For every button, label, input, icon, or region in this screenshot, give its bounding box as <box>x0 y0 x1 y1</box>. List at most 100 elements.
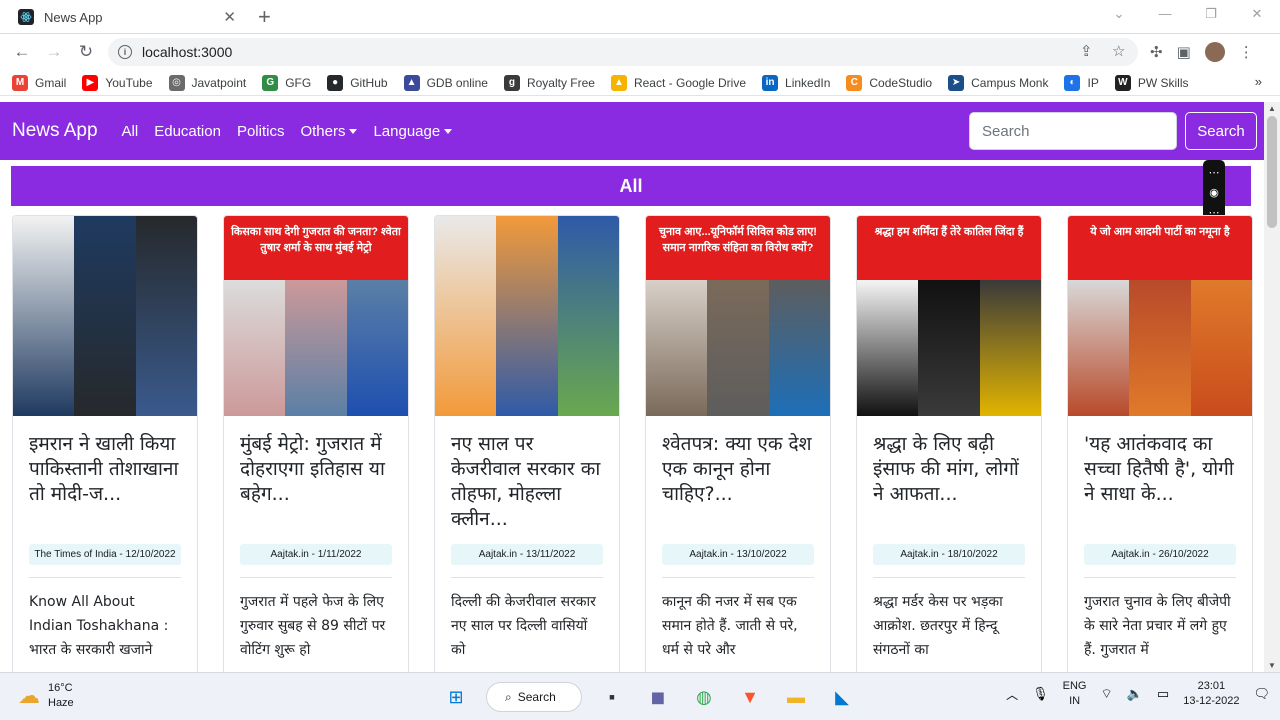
new-tab-icon[interactable]: + <box>258 4 271 30</box>
scroll-down-arrow-icon[interactable]: ▼ <box>1268 661 1276 670</box>
bookmarks-overflow-icon[interactable]: » <box>1255 74 1262 89</box>
battery-icon[interactable]: ▭ <box>1157 686 1169 702</box>
news-thumbnail-image[interactable] <box>435 216 619 416</box>
task-view-icon[interactable]: ▪ <box>596 681 628 713</box>
site-info-icon[interactable]: i <box>118 45 132 59</box>
search-input[interactable] <box>969 112 1177 150</box>
bookmark-label: React - Google Drive <box>633 75 747 90</box>
thumbnail-headline-strip: श्रद्धा हम शर्मिंदा हैं तेरे कातिल जिंदा… <box>857 216 1041 280</box>
tab-close-icon[interactable]: ✕ <box>223 8 236 26</box>
nav-link-education[interactable]: Education <box>154 123 221 140</box>
date-text: 13-12-2022 <box>1183 695 1240 707</box>
news-card-title[interactable]: श्रद्धा के लिए बढ़ी इंसाफ की मांग, लोगों… <box>873 432 1025 532</box>
show-hidden-icons-chevron-icon[interactable]: ︿ <box>1006 686 1018 703</box>
volume-icon[interactable]: 🔈 <box>1127 686 1143 702</box>
bookmark-react-google-drive[interactable]: ▲ React - Google Drive <box>610 74 747 91</box>
notifications-icon[interactable]: 🗨 <box>1253 686 1270 702</box>
card-divider <box>240 577 392 578</box>
browser-tab[interactable]: News App ✕ <box>8 2 246 32</box>
nav-dropdown-language[interactable]: Language <box>373 122 453 140</box>
reload-icon[interactable]: ↻ <box>70 42 102 62</box>
thumbnail-person <box>1190 280 1252 416</box>
taskbar-search[interactable]: ⌕ Search <box>486 682 582 712</box>
share-icon[interactable]: ⇪ <box>1080 42 1093 60</box>
news-card-title[interactable]: नए साल पर केजरीवाल सरकार का तोहफा, मोहल्… <box>451 432 603 532</box>
wifi-icon[interactable]: ⌔ <box>1100 686 1112 702</box>
bookmark-youtube[interactable]: ▶ YouTube <box>82 74 153 91</box>
weather-widget[interactable]: ☁ 16°C Haze <box>18 681 74 711</box>
extensions-icon[interactable]: ✣ <box>1150 43 1163 61</box>
news-card[interactable]: किसका साथ देगी गुजरात की जनता? श्वेता तु… <box>223 215 409 672</box>
linkedin-icon: in <box>762 74 779 91</box>
forward-icon[interactable]: → <box>38 42 70 62</box>
gdb-icon: ▲ <box>403 74 420 91</box>
news-card-title[interactable]: मुंबई मेट्रो: गुजरात में दोहराएगा इतिहास… <box>240 432 392 532</box>
youtube-icon: ▶ <box>82 74 99 91</box>
omnibox[interactable]: i localhost:3000 ⇪ ☆ <box>108 38 1138 66</box>
bookmark-linkedin[interactable]: in LinkedIn <box>762 74 830 91</box>
bookmark-github[interactable]: ● GitHub <box>327 74 388 91</box>
camera-icon[interactable]: ◉ <box>1209 186 1219 200</box>
side-panel-icon[interactable]: ▣ <box>1177 43 1191 61</box>
tab-search-icon[interactable]: ⌄ <box>1096 0 1142 30</box>
news-thumbnail-image[interactable] <box>13 216 197 416</box>
minimize-icon[interactable]: — <box>1142 0 1188 30</box>
file-explorer-icon[interactable]: ▬ <box>780 681 812 713</box>
news-card-title[interactable]: श्वेतपत्र: क्या एक देश एक कानून होना चाह… <box>662 432 814 532</box>
news-thumbnail-image[interactable]: किसका साथ देगी गुजरात की जनता? श्वेता तु… <box>224 216 408 416</box>
bookmark-star-icon[interactable]: ☆ <box>1112 42 1125 60</box>
recorder-dots-icon[interactable]: ⋯ <box>1209 166 1220 180</box>
windows-start-icon[interactable]: ⊞ <box>440 681 472 713</box>
bookmark-gfg[interactable]: G GFG <box>262 74 311 91</box>
maximize-icon[interactable]: ❐ <box>1188 0 1234 30</box>
news-card[interactable]: श्रद्धा हम शर्मिंदा हैं तेरे कातिल जिंदा… <box>856 215 1042 672</box>
brand-logo[interactable]: News App <box>12 120 98 142</box>
bookmark-label: Campus Monk <box>971 75 1049 90</box>
nav-link-all[interactable]: All <box>122 123 139 140</box>
teams-chat-icon[interactable]: ◼ <box>642 681 674 713</box>
thumbnail-person <box>224 280 286 416</box>
thumbnail-person <box>346 280 408 416</box>
news-card[interactable]: चुनाव आए...यूनिफॉर्म सिविल कोड लाए! समान… <box>645 215 831 672</box>
window-controls: ⌄ — ❐ ✕ <box>1096 0 1280 30</box>
news-card[interactable]: ये जो आम आदमी पार्टी का नमूना है 'यह आतंक… <box>1067 215 1253 672</box>
menu-kebab-icon[interactable]: ⋮ <box>1239 43 1254 61</box>
close-window-icon[interactable]: ✕ <box>1234 0 1280 30</box>
bookmark-gdb-online[interactable]: ▲ GDB online <box>403 74 488 91</box>
bookmark-label: YouTube <box>105 75 153 90</box>
bookmark-gmail[interactable]: M Gmail <box>12 74 66 91</box>
microphone-tray-icon[interactable]: 🎙 <box>1032 686 1049 702</box>
bookmark-label: CodeStudio <box>869 75 933 90</box>
nav-dropdown-others[interactable]: Others <box>300 123 358 140</box>
thumbnail-person <box>646 280 708 416</box>
news-source-badge: The Times of India - 12/10/2022 <box>29 544 181 565</box>
bookmark-pw-skills[interactable]: W PW Skills <box>1114 74 1189 91</box>
search-button[interactable]: Search <box>1185 112 1257 150</box>
news-card[interactable]: इमरान ने खाली किया पाकिस्तानी तोशाखाना त… <box>12 215 198 672</box>
news-card-title[interactable]: इमरान ने खाली किया पाकिस्तानी तोशाखाना त… <box>29 432 181 532</box>
news-card-title[interactable]: 'यह आतंकवाद का सच्चा हितैषी है', योगी ने… <box>1084 432 1236 532</box>
bookmark-javatpoint[interactable]: ◎ Javatpoint <box>168 74 246 91</box>
scrollbar-thumb[interactable] <box>1267 116 1277 228</box>
bookmark-codestudio[interactable]: C CodeStudio <box>846 74 933 91</box>
news-card[interactable]: नए साल पर केजरीवाल सरकार का तोहफा, मोहल्… <box>434 215 620 672</box>
news-thumbnail-image[interactable]: श्रद्धा हम शर्मिंदा हैं तेरे कातिल जिंदा… <box>857 216 1041 416</box>
chrome-icon[interactable]: ◍ <box>688 681 720 713</box>
bookmark-ip[interactable]: ◐ IP <box>1064 74 1099 91</box>
brave-browser-icon[interactable]: ▼ <box>734 681 766 713</box>
profile-avatar[interactable] <box>1204 42 1225 62</box>
news-thumbnail-image[interactable]: चुनाव आए...यूनिफॉर्म सिविल कोड लाए! समान… <box>646 216 830 416</box>
address-bar: ← → ↻ i localhost:3000 ⇪ ☆ ✣ ▣ ⋮ <box>0 34 1280 70</box>
system-clock[interactable]: 23:01 13-12-2022 <box>1183 679 1239 709</box>
scroll-up-arrow-icon[interactable]: ▲ <box>1268 104 1276 113</box>
vscode-icon[interactable]: ◣ <box>826 681 858 713</box>
bookmark-campus-monk[interactable]: ➤ Campus Monk <box>948 74 1049 91</box>
nav-link-politics[interactable]: Politics <box>237 123 285 140</box>
bookmark-royalty-free[interactable]: g Royalty Free <box>503 74 595 91</box>
news-thumbnail-image[interactable]: ये जो आम आदमी पार्टी का नमूना है <box>1068 216 1252 416</box>
input-language-indicator[interactable]: ENG IN <box>1063 679 1087 709</box>
back-icon[interactable]: ← <box>6 42 38 62</box>
nav-dropdown-language-label: Language <box>373 122 441 140</box>
thumbnail-person <box>435 216 497 416</box>
page-scrollbar[interactable]: ▲ ▼ <box>1264 102 1280 672</box>
